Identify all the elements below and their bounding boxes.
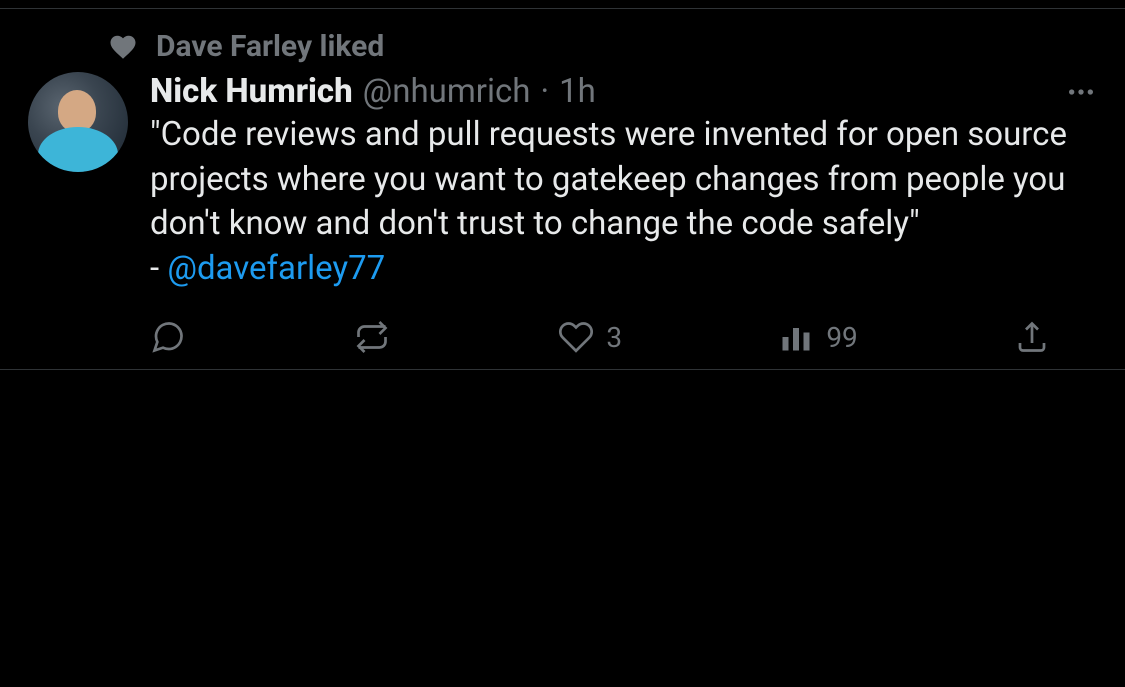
social-context-text: Dave Farley liked <box>156 29 384 64</box>
retweet-button[interactable] <box>354 319 402 355</box>
like-button[interactable]: 3 <box>558 319 622 355</box>
author-handle: @nhumrich <box>363 72 531 111</box>
share-button[interactable] <box>1014 319 1050 355</box>
views-button[interactable]: 99 <box>778 319 857 355</box>
author-name: Nick Humrich <box>150 72 353 111</box>
tweet-text: "Code reviews and pull requests were inv… <box>150 113 1097 291</box>
views-icon <box>778 319 814 355</box>
mention-link[interactable]: @davefarley77 <box>167 249 385 288</box>
separator-dot: · <box>540 72 549 111</box>
avatar[interactable] <box>28 72 128 172</box>
heart-filon <box>108 32 138 62</box>
heart-icon <box>558 319 594 355</box>
views-count: 99 <box>826 321 857 354</box>
social-context: Dave Farley liked <box>108 29 1097 64</box>
reply-button[interactable] <box>150 319 198 355</box>
author-line[interactable]: Nick Humrich @nhumrich · 1h <box>150 72 596 111</box>
timestamp: 1h <box>559 72 596 111</box>
more-icon[interactable] <box>1065 76 1097 108</box>
share-icon <box>1014 319 1050 355</box>
retweet-icon <box>354 319 390 355</box>
like-count: 3 <box>606 321 622 354</box>
tweet-card[interactable]: Dave Farley liked Nick Humrich @nhumrich… <box>0 8 1125 370</box>
reply-icon <box>150 319 186 355</box>
tweet-body-text: "Code reviews and pull requests were inv… <box>150 115 1067 243</box>
action-bar: 3 99 <box>150 319 1070 355</box>
attribution-prefix: - <box>150 249 167 288</box>
